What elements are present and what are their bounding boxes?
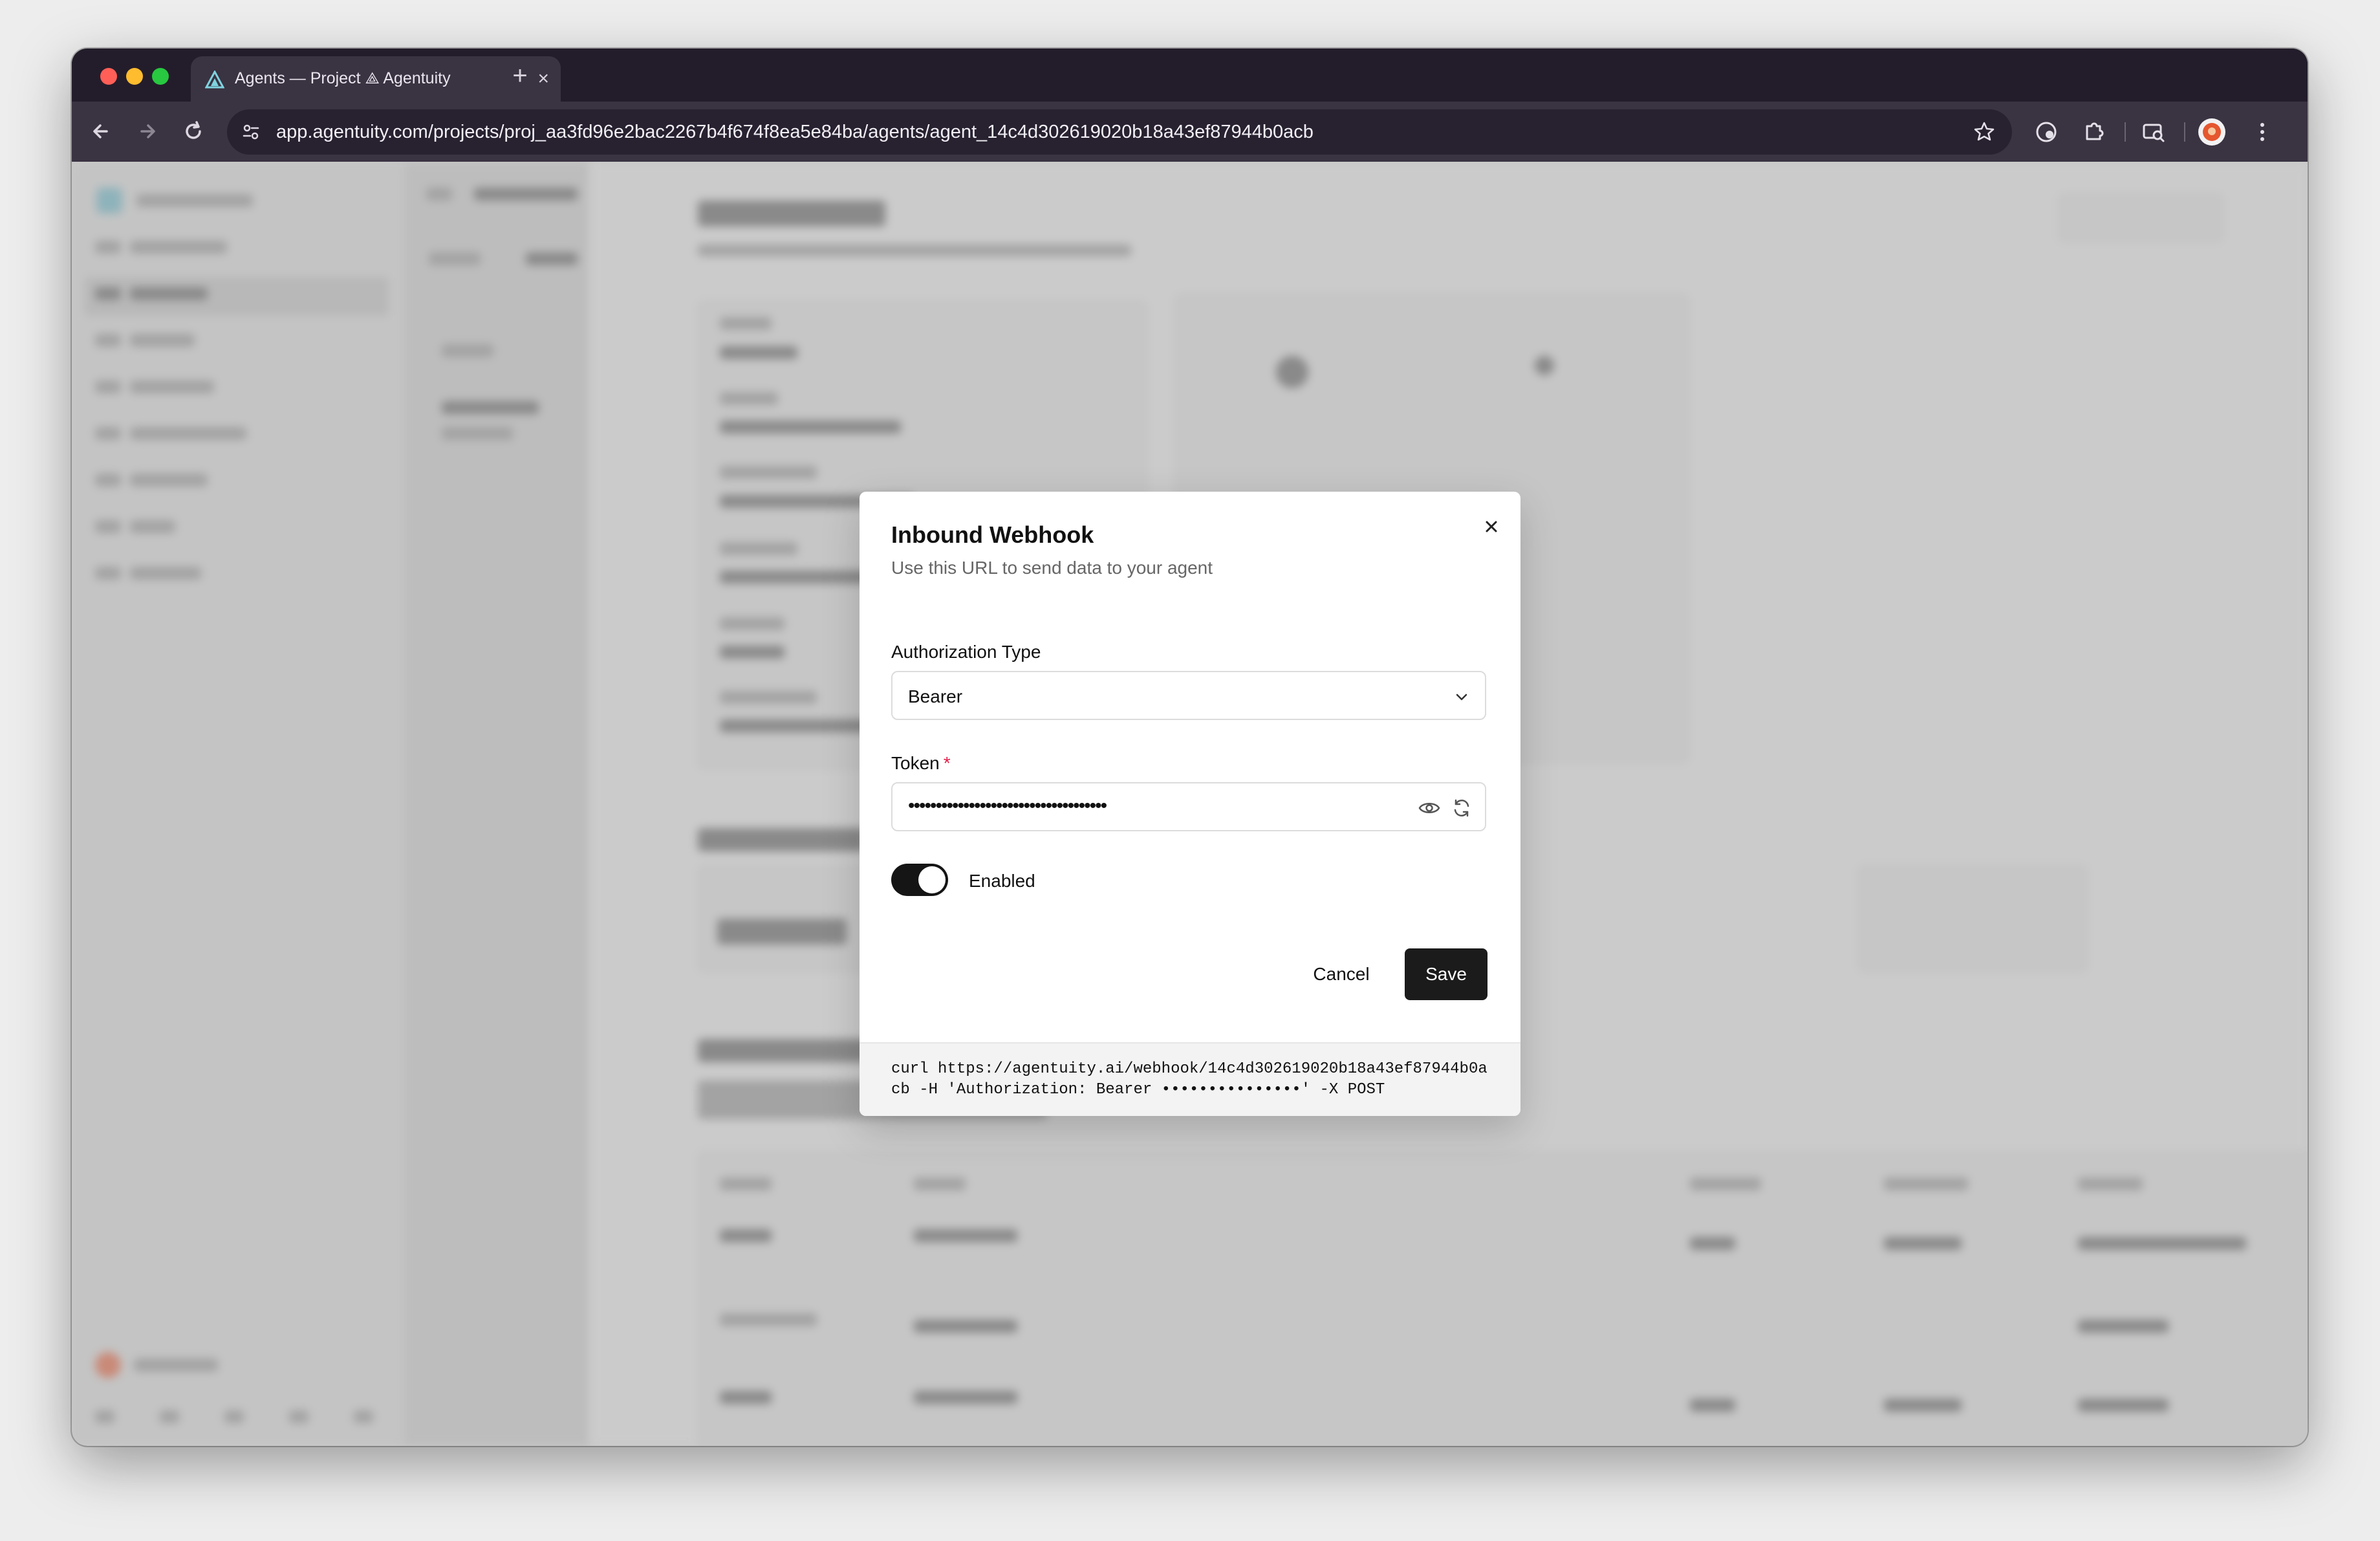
back-icon[interactable] xyxy=(87,117,116,146)
enabled-toggle[interactable] xyxy=(891,864,948,896)
agentuity-favicon-icon xyxy=(205,71,224,89)
curl-line-2: cb -H 'Authorization: Bearer •••••••••••… xyxy=(891,1081,1385,1098)
toolbar-divider xyxy=(2125,122,2126,142)
extension-icon[interactable] xyxy=(2031,117,2061,147)
new-tab-button[interactable]: + xyxy=(504,58,536,94)
app-sidebar-backdrop xyxy=(72,162,403,1446)
save-button[interactable]: Save xyxy=(1405,948,1488,1000)
chevron-down-icon xyxy=(1456,694,1467,701)
minimize-window-button[interactable] xyxy=(126,68,143,85)
dialog-title: Inbound Webhook xyxy=(891,521,1094,548)
url-text[interactable]: app.agentuity.com/projects/proj_aa3fd96e… xyxy=(276,122,1314,143)
reload-icon[interactable] xyxy=(179,117,208,146)
toolbar-divider xyxy=(2184,122,2185,142)
search-tabs-icon[interactable] xyxy=(2139,117,2169,147)
inbound-webhook-dialog: Inbound Webhook Use this URL to send dat… xyxy=(860,492,1520,1116)
curl-example[interactable]: curl https://agentuity.ai/webhook/14c4d3… xyxy=(860,1042,1520,1116)
authorization-type-value: Bearer xyxy=(908,686,963,706)
cancel-button[interactable]: Cancel xyxy=(1306,948,1377,1000)
dialog-description: Use this URL to send data to your agent xyxy=(891,558,1213,578)
toggle-knob xyxy=(918,866,946,893)
token-field[interactable]: •••••••••••••••••••••••••••••••••••• xyxy=(891,782,1486,831)
address-bar[interactable]: app.agentuity.com/projects/proj_aa3fd96e… xyxy=(227,109,2012,155)
close-window-button[interactable] xyxy=(100,68,117,85)
token-value: •••••••••••••••••••••••••••••••••••• xyxy=(908,795,1107,816)
tab-strip: Agents — Project ⟁ Agentuity × + xyxy=(72,49,2308,102)
curl-line-1: curl https://agentuity.ai/webhook/14c4d3… xyxy=(891,1060,1488,1078)
site-settings-icon[interactable] xyxy=(240,121,262,143)
menu-kebab-icon[interactable] xyxy=(2247,117,2277,147)
puzzle-extensions-icon[interactable] xyxy=(2079,117,2109,147)
authorization-type-select[interactable]: Bearer xyxy=(891,671,1486,720)
regenerate-icon[interactable] xyxy=(1450,796,1473,820)
profile-avatar-icon[interactable] xyxy=(2198,118,2225,146)
close-icon[interactable] xyxy=(1477,512,1506,541)
maximize-window-button[interactable] xyxy=(152,68,169,85)
bookmark-star-icon[interactable] xyxy=(1972,120,1996,144)
tab-title: Agents — Project ⟁ Agentuity xyxy=(235,69,451,87)
token-label: Token * xyxy=(891,753,951,773)
authorization-type-label: Authorization Type xyxy=(891,642,1041,662)
required-asterisk: * xyxy=(943,753,951,773)
projects-panel-backdrop xyxy=(403,162,590,1446)
eye-icon[interactable] xyxy=(1418,798,1441,818)
enabled-label: Enabled xyxy=(969,871,1035,891)
browser-toolbar: app.agentuity.com/projects/proj_aa3fd96e… xyxy=(72,102,2308,162)
forward-icon[interactable] xyxy=(133,117,161,146)
tab-close-icon[interactable]: × xyxy=(537,67,549,91)
